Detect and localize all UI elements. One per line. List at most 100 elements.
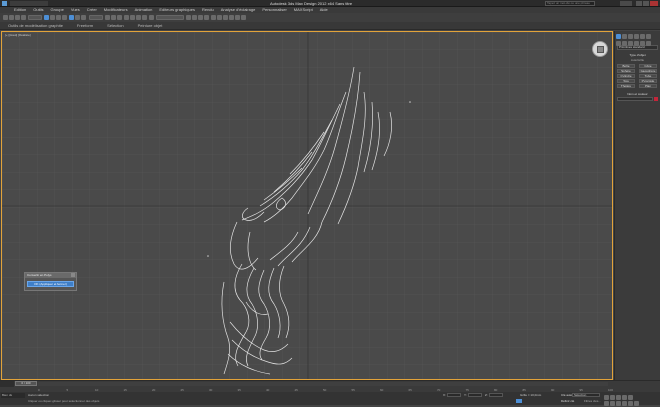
scale-icon[interactable] [81,15,87,20]
y-label: Y: [464,393,467,397]
zoom-extents-icon[interactable] [616,401,621,406]
x-coordinate-field[interactable] [447,393,461,397]
primitive-button[interactable]: Cône [639,64,657,68]
orbit-icon[interactable] [628,401,633,406]
rect-selection-icon[interactable] [56,15,62,20]
dialog-title: Convertir en Polys [25,273,76,278]
help-icons[interactable] [620,1,632,6]
ribbon-tabs: Outils de modélisation graphite Freeform S… [0,22,660,30]
select-object-icon[interactable] [44,15,50,20]
viewport-nav-controls [604,399,640,407]
edit-named-sets-icon[interactable] [148,15,154,20]
select-by-name-icon[interactable] [50,15,56,20]
time-slider[interactable]: 0 / 100 [15,381,37,386]
viewport-canvas [2,32,612,379]
schematic-view-icon[interactable] [217,15,223,20]
select-manipulate-icon[interactable] [110,15,116,20]
pivot-icon[interactable] [104,15,110,20]
ribbon-tab[interactable]: Peinture objet [138,22,163,29]
dialog-apply-button[interactable]: OK (Appliquer et fermer) [27,281,74,287]
z-label: Z: [485,393,488,397]
close-icon[interactable] [71,273,75,277]
maximize-button[interactable] [643,1,649,6]
stray-point [409,101,411,103]
selection-mode-dropdown[interactable]: Sélection [572,393,600,397]
render-icon[interactable] [241,15,247,20]
spinner-snap-icon[interactable] [141,15,147,20]
minimize-button[interactable] [636,1,642,6]
reference-coord-dropdown[interactable] [88,15,103,20]
pan-icon[interactable] [622,401,627,406]
rotate-icon[interactable] [75,15,81,20]
snap-icon[interactable] [123,15,129,20]
primitive-button[interactable]: Tube [639,74,657,78]
keyboard-shortcut-icon[interactable] [116,15,122,20]
y-coordinate-field[interactable] [468,393,482,397]
autogrid-checkbox[interactable]: AutoGrille [617,58,658,62]
rendered-frame-icon[interactable] [235,15,241,20]
window-title: Autodesk 3ds Max Design 2012 x64 Sans ti… [270,1,353,6]
ribbon-tab[interactable]: Sélection [107,22,123,29]
render-setup-icon[interactable] [229,15,235,20]
maxscript-listener[interactable]: Bien ds MAXScript [1,393,25,398]
category-icons [616,39,659,46]
close-button[interactable] [650,1,658,6]
material-editor-icon[interactable] [223,15,229,20]
auto-key-button[interactable]: Clé auto [561,393,572,397]
curve-editor-icon[interactable] [211,15,217,20]
app-icon[interactable] [2,1,7,6]
primitive-button[interactable]: Cylindre [617,74,635,78]
set-key-button[interactable]: Définir clé [561,399,574,403]
primitive-type-dropdown[interactable]: Primitives standard [617,45,658,50]
link-icon[interactable] [15,15,20,20]
key-filters-button[interactable]: Filtres clés... [584,399,601,403]
zoom-all-icon[interactable] [610,401,615,406]
add-time-tag-icon[interactable] [516,399,522,403]
x-label: X: [443,393,446,397]
angle-snap-icon[interactable] [129,15,135,20]
prompt-line: Cliquer ou cliquer-glisser pour sélectio… [28,399,100,403]
primitive-button[interactable]: Sphère [617,69,635,73]
unlink-icon[interactable] [21,15,26,20]
rollout-name-color[interactable]: Nom et couleur [617,92,658,96]
undo-icon[interactable] [3,15,8,20]
viewcube-icon[interactable] [592,41,608,57]
z-coordinate-field[interactable] [489,393,503,397]
selection-status: Aucun sélection [28,393,50,397]
rollout-object-type[interactable]: Type d'objet [617,53,658,57]
percent-snap-icon[interactable] [135,15,141,20]
quick-access-toolbar[interactable] [10,1,48,6]
stray-point [207,255,209,257]
primitive-button[interactable]: Tore [617,79,635,83]
search-input[interactable]: Tapez un mot-clé ou une phrase [545,1,595,6]
spacewarps-icon[interactable] [646,41,651,46]
redo-icon[interactable] [9,15,14,20]
window-crossing-icon[interactable] [62,15,68,20]
title-bar: Autodesk 3ds Max Design 2012 x64 Sans ti… [0,0,660,7]
main-toolbar [0,13,660,22]
move-icon[interactable] [69,15,75,20]
primitive-button[interactable]: Géosphère [639,69,657,73]
convert-dialog: Convertir en Polys OK (Appliquer et ferm… [24,272,77,291]
maximize-viewport-icon[interactable] [634,401,639,406]
primitive-button[interactable]: Pyramide [639,79,657,83]
timeline: 0 / 100 0 5 10 15 20 25 30 35 40 45 50 55 60 65 70 75 80… [0,380,660,392]
object-color-swatch[interactable] [654,97,658,101]
zoom-icon[interactable] [604,401,609,406]
ribbon-tab[interactable]: Outils de modélisation graphite [8,22,63,29]
selection-set-dropdown[interactable] [156,15,184,20]
layer-manager-icon[interactable] [198,15,204,20]
primitive-button[interactable]: Théière [617,84,635,88]
mirror-icon[interactable] [186,15,192,20]
grid-size: Grille = 10,0mm [520,393,542,397]
panel-tabs [616,32,659,39]
time-track[interactable] [38,382,608,386]
graphite-toggle-icon[interactable] [204,15,210,20]
align-icon[interactable] [192,15,198,20]
select-filter-dropdown[interactable] [28,15,43,20]
ribbon-tab[interactable]: Freeform [77,22,93,29]
primitive-button[interactable]: Plan [639,84,657,88]
primitive-button[interactable]: Boîte [617,64,635,68]
viewport-top[interactable]: [+] [Haut] [Réaliste] [1,31,613,380]
object-name-input[interactable] [617,97,653,101]
